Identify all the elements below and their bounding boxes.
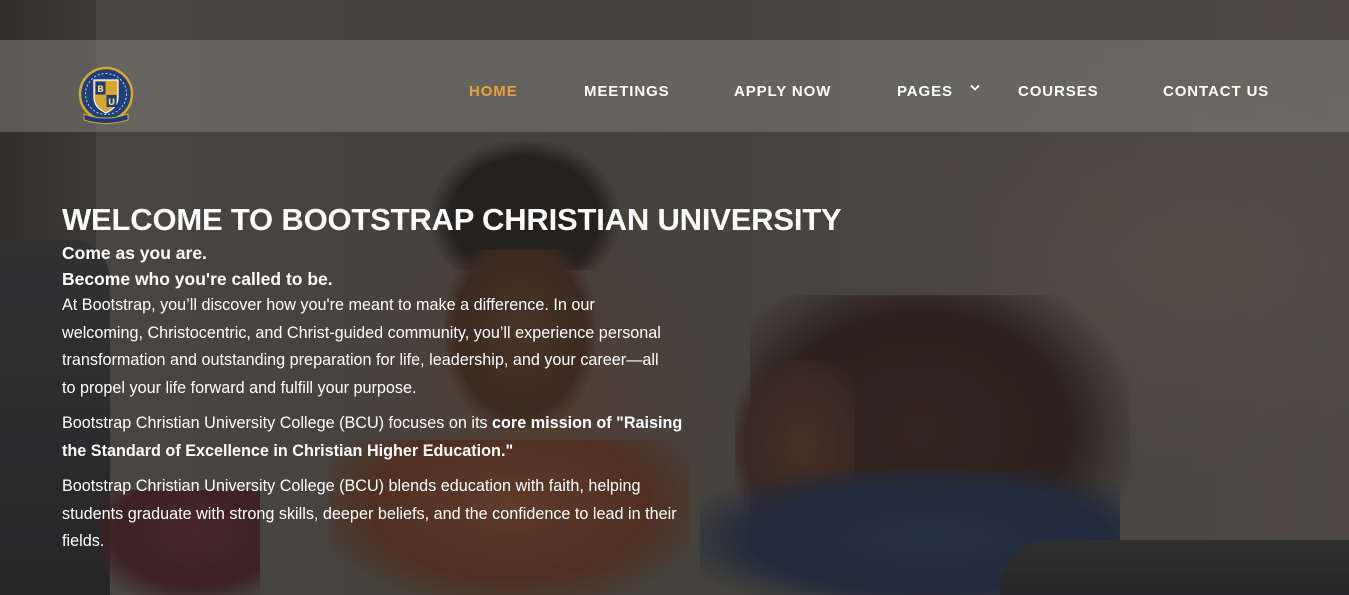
hero-paragraph-1: At Bootstrap, you’ll discover how you're… (62, 296, 661, 397)
nav-meetings[interactable]: MEETINGS (584, 83, 670, 100)
page: B U HOME MEETINGS APPLY NOW PAGES COURSE… (0, 0, 1349, 595)
nav-courses[interactable]: COURSES (1018, 83, 1098, 100)
hero-paragraph-2-text: Bootstrap Christian University College (… (62, 414, 493, 432)
nav-pages[interactable]: PAGES (897, 83, 953, 100)
hero-paragraph-2: Bootstrap Christian University College (… (62, 410, 702, 465)
chevron-down-icon[interactable] (969, 80, 981, 94)
nav-home[interactable]: HOME (469, 83, 518, 100)
nav-contact-us[interactable]: CONTACT US (1163, 83, 1269, 100)
hero-tagline-1: Come as you are. (62, 243, 207, 263)
hero-paragraph-3: Bootstrap Christian University College (… (62, 477, 677, 550)
hero-title: WELCOME TO BOOTSTRAP CHRISTIAN UNIVERSIT… (62, 202, 842, 237)
main-nav: HOME MEETINGS APPLY NOW PAGES COURSES CO… (0, 40, 1349, 132)
hero-tagline-2: Become who you're called to be. (62, 269, 333, 289)
nav-apply-now[interactable]: APPLY NOW (734, 83, 831, 100)
site-header: B U HOME MEETINGS APPLY NOW PAGES COURSE… (0, 40, 1349, 132)
hero-section: WELCOME TO BOOTSTRAP CHRISTIAN UNIVERSIT… (62, 200, 862, 556)
